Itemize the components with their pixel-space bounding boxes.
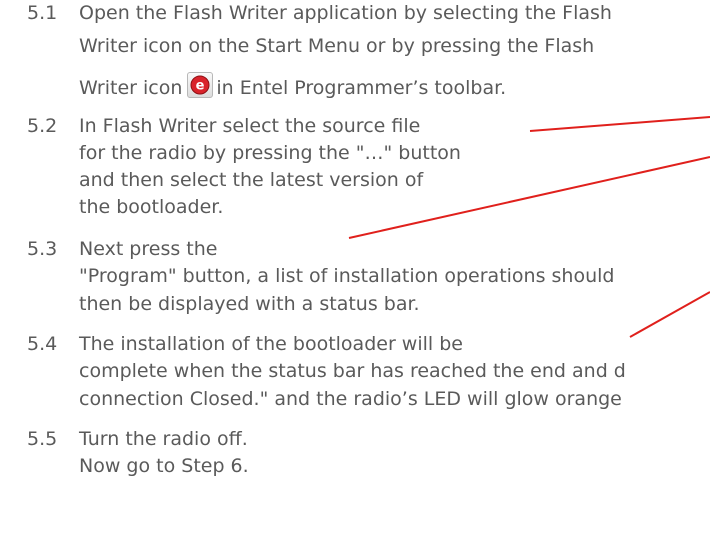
callout-line-latest-version xyxy=(348,156,710,239)
callout-line-source-file xyxy=(529,116,710,132)
callout-lines xyxy=(348,116,710,338)
callout-line-status-bar xyxy=(629,291,710,338)
